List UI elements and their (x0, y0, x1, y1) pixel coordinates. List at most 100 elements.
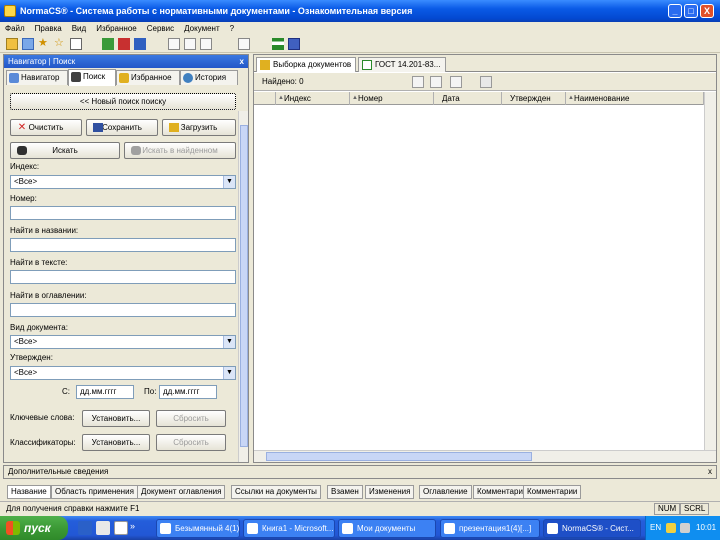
chevron-down-icon[interactable]: ▼ (223, 336, 235, 348)
keywords-reset-button[interactable]: Сбросить (156, 410, 226, 427)
tab-replaces[interactable]: Взамен (327, 485, 363, 499)
tab-name[interactable]: Название (7, 485, 51, 499)
menu-view[interactable]: Вид (67, 22, 91, 35)
classifier-reset-button[interactable]: Сбросить (156, 434, 226, 451)
approved-select[interactable]: <Все> ▼ (10, 366, 236, 380)
date-from-input[interactable]: дд.мм.гггг (76, 385, 134, 399)
folder-icon[interactable] (6, 38, 18, 50)
status-text: Для получения справки нажмите F1 (6, 504, 140, 513)
export-icon[interactable] (480, 76, 492, 88)
tab-label: Поиск (83, 72, 106, 81)
copy-icon[interactable] (168, 38, 180, 50)
tab-references[interactable]: Ссылки на документы (231, 485, 321, 499)
tab-toc[interactable]: Оглавление (419, 485, 472, 499)
panel-close-button[interactable]: x (240, 55, 244, 68)
results-vertical-scrollbar[interactable] (704, 92, 716, 450)
language-indicator[interactable]: EN (650, 516, 661, 540)
tab-toc-doc[interactable]: Документ оглавления (137, 485, 226, 499)
list-view-icon[interactable] (430, 76, 442, 88)
index-select[interactable]: <Все> ▼ (10, 175, 236, 189)
task-label: Книга1 - Microsoft... (262, 524, 334, 533)
tab-navigator[interactable]: Навигатор (6, 70, 68, 85)
minimize-button[interactable]: _ (668, 4, 682, 18)
additional-info-close[interactable]: x (708, 466, 712, 478)
column-date[interactable]: Дата (434, 92, 502, 105)
toc-search-input[interactable] (10, 303, 236, 317)
doc-blue-icon[interactable] (134, 38, 146, 50)
chevron-down-icon[interactable]: ▼ (223, 367, 235, 379)
scrollbar-thumb[interactable] (266, 452, 532, 461)
column-index[interactable]: ▲ Индекс (276, 92, 350, 105)
keywords-set-button[interactable]: Установить... (82, 410, 150, 427)
results-horizontal-scrollbar[interactable] (254, 450, 716, 462)
edit-icon[interactable] (200, 38, 212, 50)
approved-label: Утвержден: (10, 353, 53, 362)
left-panel-scrollbar[interactable] (238, 111, 248, 462)
panel-title: Навигатор | Поиск x (4, 55, 248, 68)
powerpoint-icon (444, 523, 455, 534)
maximize-button[interactable]: □ (684, 4, 698, 18)
list-icon[interactable] (70, 38, 82, 50)
column-approved[interactable]: Утвержден (502, 92, 566, 105)
tab-document-selection[interactable]: Выборка документов (256, 57, 356, 72)
status-bar: Для получения справки нажмите F1 NUM SCR… (0, 501, 720, 515)
text-search-input[interactable] (10, 270, 236, 284)
classifier-set-button[interactable]: Установить... (82, 434, 150, 451)
details-view-icon[interactable] (450, 76, 462, 88)
star-icon[interactable]: ★ (38, 38, 50, 50)
scrollbar-thumb[interactable] (240, 125, 248, 447)
task-excel[interactable]: Книга1 - Microsoft... (243, 519, 335, 538)
search-button[interactable]: Искать (10, 142, 120, 159)
task-presentation[interactable]: презентация1(4)[...] (440, 519, 540, 538)
new-search-button[interactable]: << Новый поиск поиску (10, 93, 236, 110)
doctype-select[interactable]: <Все> ▼ (10, 335, 236, 349)
document-tabs: Выборка документов ГОСТ 14.201-83... (254, 55, 716, 72)
lines-icon[interactable] (238, 38, 250, 50)
tab-comments-2[interactable]: Комментарии (523, 485, 582, 499)
page-icon[interactable] (184, 38, 196, 50)
tab-history[interactable]: История (180, 70, 238, 85)
clear-button[interactable]: ✕ Очистить (10, 119, 82, 136)
text-lines-icon[interactable] (288, 38, 300, 50)
task-my-documents[interactable]: Мои документы (338, 519, 436, 538)
menu-help[interactable]: ? (225, 22, 239, 35)
title-search-input[interactable] (10, 238, 236, 252)
search-in-found-button[interactable]: Искать в найденном (124, 142, 236, 159)
quicklaunch-desktop-icon[interactable] (96, 521, 110, 535)
quicklaunch-ie-icon[interactable] (114, 521, 128, 535)
menu-favorites[interactable]: Избранное (91, 22, 142, 35)
quicklaunch-more-icon[interactable]: » (130, 521, 144, 535)
navigator-icon[interactable] (22, 38, 34, 50)
task-document-1[interactable]: Безымянный 4(1)[...] (156, 519, 240, 538)
tab-search[interactable]: Поиск (68, 69, 116, 86)
column-number[interactable]: ▲ Номер (350, 92, 434, 105)
column-title[interactable]: ▲ Наименование (566, 92, 704, 105)
tab-scope[interactable]: Область применения (51, 485, 138, 499)
doc-red-icon[interactable] (118, 38, 130, 50)
grid-lines-icon[interactable] (272, 38, 284, 50)
number-input[interactable] (10, 206, 236, 220)
load-button[interactable]: Загрузить (162, 119, 236, 136)
tab-favorites[interactable]: Избранное (116, 70, 180, 85)
start-button[interactable]: пуск (0, 516, 68, 540)
menu-file[interactable]: Файл (0, 22, 30, 35)
menu-edit[interactable]: Правка (30, 22, 67, 35)
quicklaunch-outlook-icon[interactable] (78, 521, 92, 535)
title-bar[interactable]: NormaCS® - Система работы с нормативными… (0, 0, 720, 22)
save-button[interactable]: Сохранить (86, 119, 158, 136)
chevron-down-icon[interactable]: ▼ (223, 176, 235, 188)
tray-icon[interactable] (666, 523, 676, 533)
task-normacs[interactable]: NormaCS® - Сист... (543, 519, 641, 538)
grid-header: ▲ Индекс ▲ Номер Дата Утвержден ▲ Наименова… (254, 92, 716, 105)
column-marker[interactable] (254, 92, 276, 105)
view-icon[interactable] (412, 76, 424, 88)
doc-green-icon[interactable] (102, 38, 114, 50)
menu-service[interactable]: Сервис (142, 22, 179, 35)
tab-changes[interactable]: Изменения (365, 485, 415, 499)
add-favorite-icon[interactable]: ☆ (54, 38, 66, 50)
volume-icon[interactable] (680, 523, 690, 533)
tab-gost-document[interactable]: ГОСТ 14.201-83... (358, 57, 446, 72)
date-to-input[interactable]: дд.мм.гггг (159, 385, 217, 399)
menu-document[interactable]: Документ (179, 22, 225, 35)
close-button[interactable]: X (700, 4, 714, 18)
